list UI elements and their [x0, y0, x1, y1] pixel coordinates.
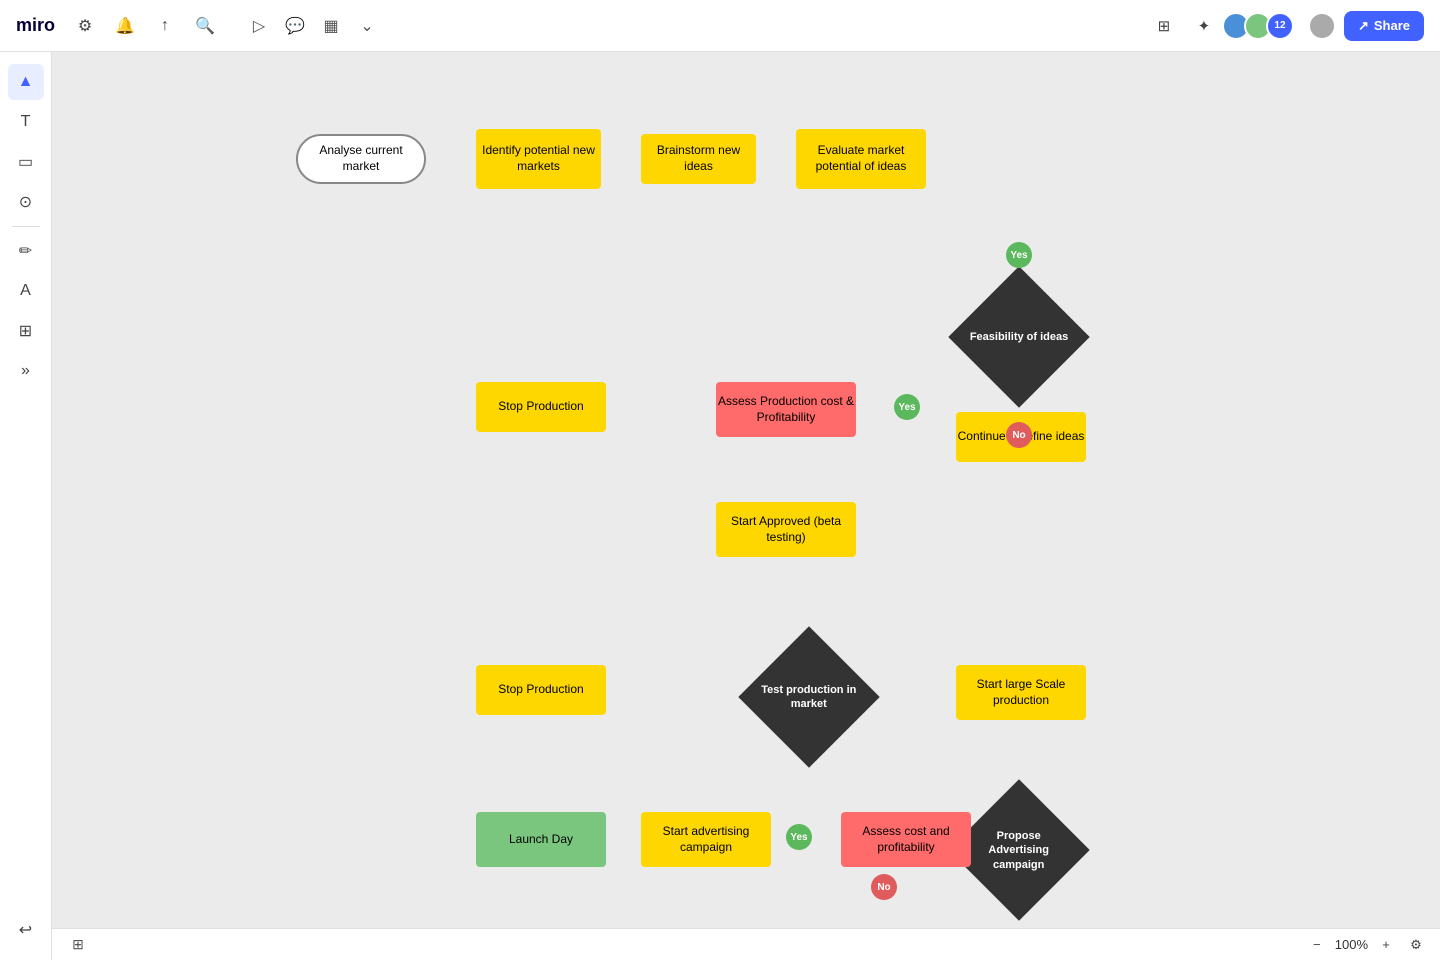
- brainstorm-node[interactable]: Brainstorm new ideas: [641, 134, 756, 184]
- stop-production-2-node[interactable]: Stop Production: [476, 665, 606, 715]
- current-user-avatar: [1308, 12, 1336, 40]
- assess-cost-node[interactable]: Assess cost and profitability: [841, 812, 971, 867]
- yes-circle-2: Yes: [894, 394, 920, 420]
- share-label: Share: [1374, 18, 1410, 33]
- search-icon[interactable]: 🔍: [191, 12, 219, 40]
- sticky-note-tool[interactable]: ▭: [8, 144, 44, 180]
- launch-day-node[interactable]: Launch Day: [476, 812, 606, 867]
- no-circle-1: No: [1006, 422, 1032, 448]
- yes-circle-1: Yes: [1006, 242, 1032, 268]
- text-tool[interactable]: T: [8, 104, 44, 140]
- zoom-plus-button[interactable]: +: [1374, 933, 1398, 957]
- bottombar-icon[interactable]: ⊞: [64, 931, 92, 959]
- avatar-count: 12: [1266, 12, 1294, 40]
- frame-tool[interactable]: ⊞: [8, 313, 44, 349]
- avatar-group: 12: [1228, 12, 1294, 40]
- left-toolbar: ▲ T ▭ ⊙ ✏ A ⊞ » ↩: [0, 52, 52, 960]
- share-button[interactable]: ↗ Share: [1344, 11, 1424, 41]
- canvas[interactable]: Not Approved Approved Poor Response Good…: [52, 52, 1440, 928]
- settings-icon[interactable]: ⚙: [71, 12, 99, 40]
- evaluate-node[interactable]: Evaluate market potential of ideas: [796, 129, 926, 189]
- pen-tool[interactable]: ✏: [8, 233, 44, 269]
- filter-icon[interactable]: ⊞: [1148, 10, 1180, 42]
- more-tools[interactable]: »: [8, 353, 44, 389]
- notifications-icon[interactable]: 🔔: [111, 12, 139, 40]
- start-approved-node[interactable]: Start Approved (beta testing): [716, 502, 856, 557]
- zoom-controls: − 100% + ⚙: [1305, 933, 1428, 957]
- nav-icons: ⚙ 🔔 ↑ 🔍: [71, 12, 219, 40]
- feasibility-node[interactable]: Feasibility of ideas: [948, 266, 1089, 407]
- assess-production-node[interactable]: Assess Production cost & Profitability: [716, 382, 856, 437]
- grid-icon[interactable]: ▦: [315, 10, 347, 42]
- present-icon[interactable]: ▷: [243, 10, 275, 42]
- font-tool[interactable]: A: [8, 273, 44, 309]
- yes-circle-3: Yes: [786, 824, 812, 850]
- analyse-node[interactable]: Analyse current market: [296, 134, 426, 184]
- test-production-node[interactable]: Test production in market: [738, 626, 879, 767]
- zoom-more-button[interactable]: ⚙: [1404, 933, 1428, 957]
- center-navigation: ▷ 💬 ▦ ⌄: [243, 10, 383, 42]
- undo-tool[interactable]: ↩: [8, 912, 44, 948]
- cursor-tool[interactable]: ▲: [8, 64, 44, 100]
- right-section: ⊞ ✦ 12 ↗ Share: [1148, 10, 1424, 42]
- zoom-minus-button[interactable]: −: [1305, 933, 1329, 957]
- bottom-bar: ⊞ − 100% + ⚙: [52, 928, 1440, 960]
- star-icon[interactable]: ✦: [1188, 10, 1220, 42]
- start-large-scale-node[interactable]: Start large Scale production: [956, 665, 1086, 720]
- identify-node[interactable]: Identify potential new markets: [476, 129, 601, 189]
- chevron-down-icon[interactable]: ⌄: [351, 10, 383, 42]
- top-navigation: miro ⚙ 🔔 ↑ 🔍 ▷ 💬 ▦ ⌄ ⊞ ✦ 12 ↗ Share: [0, 0, 1440, 52]
- start-advertising-node[interactable]: Start advertising campaign: [641, 812, 771, 867]
- upload-icon[interactable]: ↑: [151, 12, 179, 40]
- no-circle-2: No: [871, 874, 897, 900]
- link-tool[interactable]: ⊙: [8, 184, 44, 220]
- app-logo: miro: [16, 15, 55, 36]
- stop-production-1-node[interactable]: Stop Production: [476, 382, 606, 432]
- comment-icon[interactable]: 💬: [279, 10, 311, 42]
- share-icon: ↗: [1358, 18, 1369, 34]
- zoom-level-display: 100%: [1335, 937, 1368, 952]
